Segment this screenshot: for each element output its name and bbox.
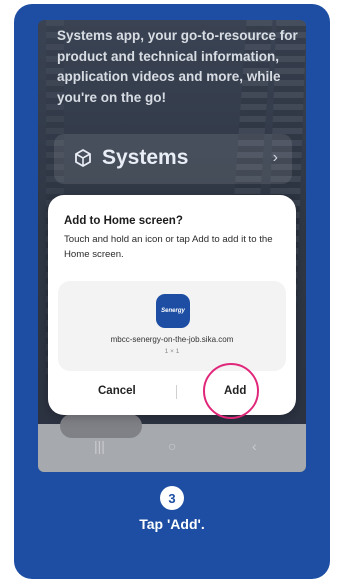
app-icon-text: Senergy bbox=[161, 308, 185, 314]
dialog-title: Add to Home screen? bbox=[64, 215, 183, 227]
step-number-badge: 3 bbox=[160, 486, 184, 510]
recent-apps-icon[interactable]: ||| bbox=[94, 438, 105, 454]
intro-text: Systems app, your go-to-resource for pro… bbox=[57, 28, 298, 105]
app-url: mbcc-senergy-on-the-job.sika.com bbox=[110, 335, 234, 344]
home-icon[interactable]: ○ bbox=[168, 438, 176, 454]
highlight-ring bbox=[203, 363, 259, 419]
app-preview[interactable]: Senergy mbcc-senergy-on-the-job.sika.com… bbox=[58, 281, 286, 371]
bottom-pill bbox=[60, 414, 142, 438]
back-icon[interactable]: ‹ bbox=[252, 438, 257, 454]
button-divider bbox=[176, 385, 177, 399]
add-to-home-dialog: Add to Home screen? Touch and hold an ic… bbox=[48, 195, 296, 419]
phone-screenshot: Systems app, your go-to-resource for pro… bbox=[38, 20, 306, 472]
systems-label: Systems bbox=[102, 146, 189, 169]
cancel-button[interactable]: Cancel bbox=[98, 385, 136, 397]
app-size: 1 × 1 bbox=[164, 348, 180, 355]
system-nav-bar: ||| ○ ‹ bbox=[38, 414, 306, 472]
systems-card[interactable]: Systems › bbox=[54, 134, 292, 184]
systems-cube-icon bbox=[75, 148, 91, 168]
senergy-app-icon: Senergy bbox=[156, 294, 190, 328]
step-instruction: Tap 'Add'. bbox=[139, 516, 205, 532]
chevron-right-icon: › bbox=[272, 149, 278, 166]
dialog-body: Touch and hold an icon or tap Add to add… bbox=[64, 234, 273, 260]
